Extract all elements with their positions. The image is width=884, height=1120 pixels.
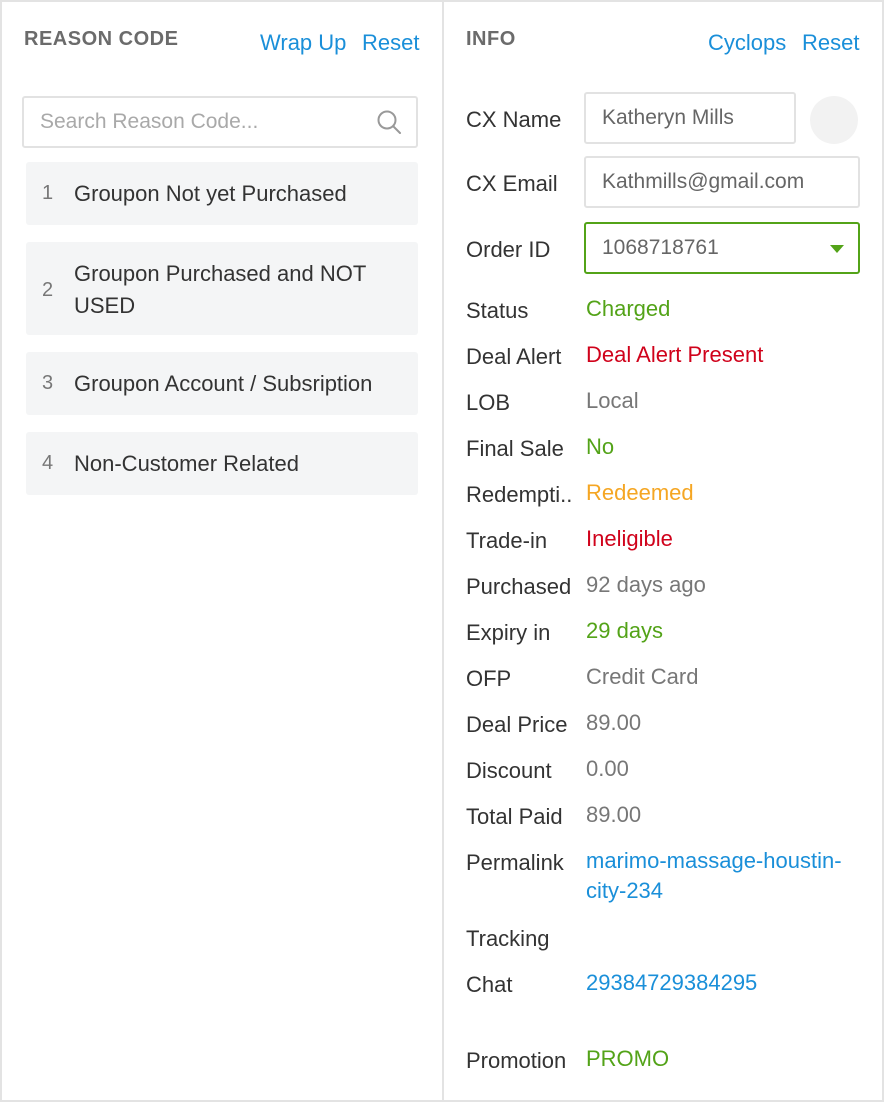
cx-name-label: CX Name bbox=[466, 107, 562, 132]
info-row-value: Redeemed bbox=[586, 480, 694, 505]
cx-name-input[interactable] bbox=[602, 94, 786, 142]
info-panel: INFO Cyclops Reset CX Name CX Email Orde… bbox=[444, 0, 884, 1100]
info-title: INFO bbox=[466, 28, 516, 50]
info-row-value: Credit Card bbox=[586, 664, 699, 689]
wrap-up-link[interactable]: Wrap Up bbox=[260, 30, 346, 56]
info-row-link[interactable]: marimo-massage-houstin-city-234 bbox=[586, 846, 856, 906]
reason-reset-link[interactable]: Reset bbox=[362, 30, 419, 56]
info-row-value: 29 days bbox=[586, 618, 664, 643]
info-row-label: OFP bbox=[466, 666, 512, 691]
reason-code-number: 2 bbox=[42, 279, 54, 301]
info-row-value: Deal Alert Present bbox=[586, 342, 764, 367]
info-row-label: Final Sale bbox=[466, 436, 564, 461]
info-row-label: Total Paid bbox=[466, 804, 563, 829]
reason-code-item[interactable]: 3 Groupon Account / Subsription bbox=[26, 352, 418, 415]
reason-code-label: Non-Customer Related bbox=[74, 451, 299, 476]
reason-code-number: 1 bbox=[42, 182, 54, 204]
avatar[interactable] bbox=[810, 96, 858, 144]
info-row-value: 92 days ago bbox=[586, 572, 706, 597]
reason-code-title: REASON CODE bbox=[24, 28, 179, 50]
info-row-value: No bbox=[586, 434, 615, 459]
info-row-value: 89.00 bbox=[586, 802, 642, 827]
info-row-label: Deal Price bbox=[466, 712, 568, 737]
reason-code-item[interactable]: 4 Non-Customer Related bbox=[26, 432, 418, 495]
reason-code-number: 4 bbox=[42, 452, 54, 474]
info-row-value: 0.00 bbox=[586, 756, 629, 781]
info-row-label: Promotion bbox=[466, 1048, 567, 1073]
cx-email-label: CX Email bbox=[466, 171, 558, 196]
cyclops-link[interactable]: Cyclops bbox=[708, 30, 786, 56]
info-row-value: Local bbox=[586, 388, 639, 413]
info-row-link[interactable]: 29384729384295 bbox=[586, 968, 757, 998]
info-row-label: Tracking bbox=[466, 926, 550, 951]
reason-code-label: Groupon Account / Subsription bbox=[74, 371, 373, 396]
reason-code-item[interactable]: 1 Groupon Not yet Purchased bbox=[26, 162, 418, 225]
cx-email-box bbox=[584, 156, 860, 208]
info-row-label: Trade-in bbox=[466, 528, 548, 553]
reason-code-panel: REASON CODE Wrap Up Reset 1 Groupon Not … bbox=[0, 0, 442, 1100]
reason-code-item[interactable]: 2 Groupon Purchased and NOT USED bbox=[26, 242, 418, 335]
info-row-label: Discount bbox=[466, 758, 552, 783]
info-reset-link[interactable]: Reset bbox=[802, 30, 859, 56]
info-row-label: Expiry in bbox=[466, 620, 551, 645]
info-row-value: 89.00 bbox=[586, 710, 642, 735]
reason-code-number: 3 bbox=[42, 372, 54, 394]
info-row-label: LOB bbox=[466, 390, 511, 415]
info-row-label: Redempti.. bbox=[466, 482, 573, 507]
info-row-label: Chat bbox=[466, 972, 513, 997]
order-id-label: Order ID bbox=[466, 237, 551, 262]
cx-name-box bbox=[584, 92, 796, 144]
chevron-down-icon[interactable] bbox=[830, 245, 844, 253]
reason-search-box bbox=[22, 96, 418, 148]
reason-search-input[interactable] bbox=[40, 98, 370, 146]
order-id-value: 1068718761 bbox=[602, 236, 719, 259]
info-row-value: PROMO bbox=[586, 1046, 670, 1071]
info-row-label: Purchased bbox=[466, 574, 572, 599]
order-id-select[interactable]: 1068718761 bbox=[584, 222, 860, 274]
cx-email-input[interactable] bbox=[602, 158, 850, 206]
info-row-label: Permalink bbox=[466, 850, 564, 875]
info-row-label: Status bbox=[466, 298, 529, 323]
reason-code-label: Groupon Not yet Purchased bbox=[74, 181, 347, 206]
search-icon[interactable] bbox=[376, 109, 402, 135]
info-row-value: Charged bbox=[586, 296, 671, 321]
reason-code-label: Groupon Purchased and NOT USED bbox=[74, 261, 366, 318]
info-row-value: Ineligible bbox=[586, 526, 673, 551]
info-row-label: Deal Alert bbox=[466, 344, 562, 369]
